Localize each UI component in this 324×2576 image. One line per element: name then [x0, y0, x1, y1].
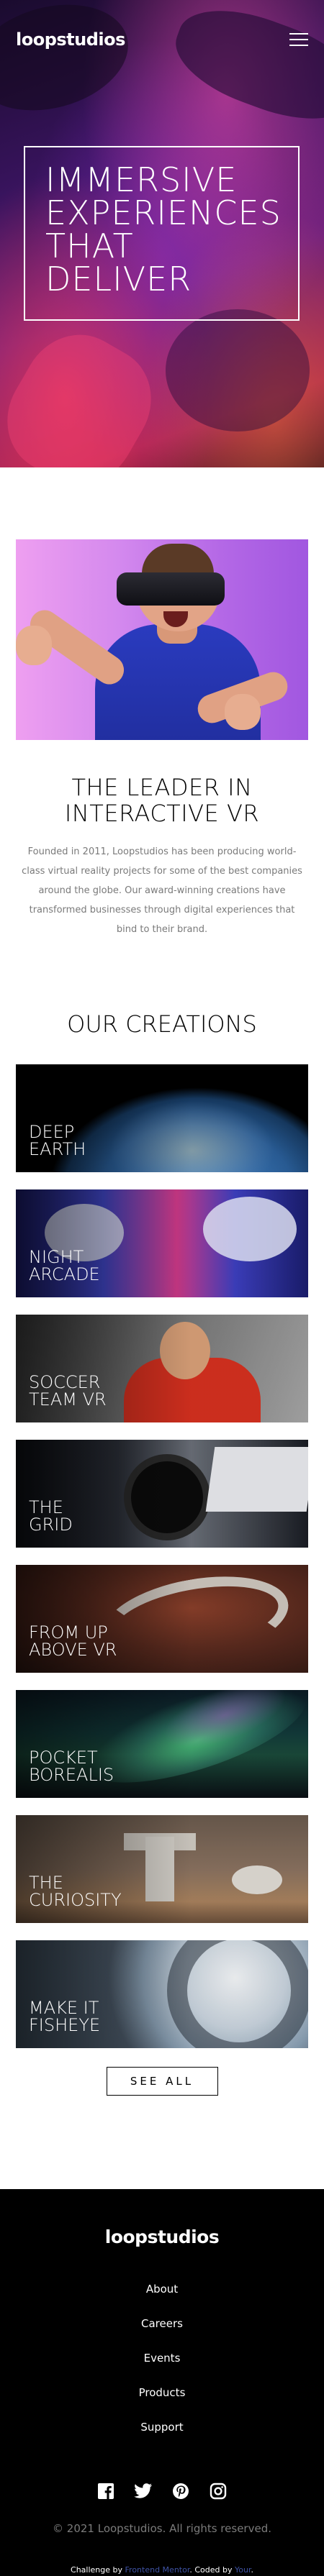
creation-card-night-arcade[interactable]: Night Arcade	[16, 1189, 308, 1297]
attribution-text: Challenge by Frontend Mentor. Coded by Y…	[0, 2565, 324, 2576]
facebook-icon[interactable]	[96, 2482, 115, 2500]
site-footer: loopstudios About Careers Events Product…	[0, 2189, 324, 2576]
intro-section: The leader in interactive VR Founded in …	[0, 467, 324, 939]
hamburger-menu-icon[interactable]	[289, 33, 308, 46]
attribution-prefix: Challenge by	[71, 2565, 123, 2575]
creation-label: Night Arcade	[29, 1247, 100, 1284]
top-navigation: loopstudios	[0, 0, 324, 79]
creation-label: Make it Fisheye	[29, 1998, 101, 2035]
footer-link-products[interactable]: Products	[0, 2375, 324, 2410]
creation-label: The Curiosity	[29, 1873, 122, 1910]
footer-link-about[interactable]: About	[0, 2272, 324, 2306]
frontend-mentor-link[interactable]: Frontend Mentor	[125, 2565, 190, 2575]
intro-image-part	[225, 694, 261, 730]
hero-background-shape	[166, 309, 310, 431]
pinterest-icon[interactable]	[171, 2482, 190, 2500]
twitter-icon[interactable]	[134, 2482, 153, 2500]
creation-label: Soccer Team VR	[29, 1372, 107, 1410]
hero-background-shape	[0, 315, 171, 467]
footer-link-events[interactable]: Events	[0, 2341, 324, 2375]
creation-label: The Grid	[29, 1497, 73, 1535]
attribution-middle: . Coded by	[189, 2565, 233, 2575]
creation-card-from-up-above-vr[interactable]: From up above VR	[16, 1565, 308, 1673]
creation-label: From up above VR	[29, 1622, 117, 1660]
intro-title: The leader in interactive VR	[64, 774, 260, 827]
creation-label: Pocket Borealis	[29, 1748, 114, 1785]
hamburger-line	[289, 45, 308, 46]
intro-image-part	[16, 626, 52, 665]
creations-title: Our creations	[67, 1010, 257, 1038]
creations-section: Our creations Deep Earth Night Arcade So…	[0, 939, 324, 2096]
footer-link-support[interactable]: Support	[0, 2410, 324, 2444]
creation-card-the-curiosity[interactable]: The Curiosity	[16, 1815, 308, 1923]
hero-section: loopstudios Immersive experiences that d…	[0, 0, 324, 467]
site-logo[interactable]: loopstudios	[16, 29, 125, 50]
coder-link[interactable]: Your	[235, 2565, 251, 2575]
creation-card-the-grid[interactable]: The Grid	[16, 1440, 308, 1548]
social-links	[0, 2482, 324, 2500]
creation-label: Deep Earth	[29, 1122, 86, 1159]
hero-title: Immersive experiences that deliver	[45, 160, 282, 298]
creation-card-soccer-team-vr[interactable]: Soccer Team VR	[16, 1315, 308, 1422]
copyright-text: © 2021 Loopstudios. All rights reserved.	[53, 2522, 271, 2535]
attribution-suffix: .	[251, 2565, 253, 2575]
intro-image-vr-man	[16, 539, 308, 740]
intro-text: Founded in 2011, Loopstudios has been pr…	[22, 846, 302, 935]
instagram-icon[interactable]	[209, 2482, 228, 2500]
footer-navigation: About Careers Events Products Support	[0, 2272, 324, 2444]
footer-logo[interactable]: loopstudios	[0, 2226, 324, 2247]
hero-title-box: Immersive experiences that deliver	[24, 146, 300, 321]
hamburger-line	[289, 39, 308, 40]
hamburger-line	[289, 33, 308, 35]
creation-card-deep-earth[interactable]: Deep Earth	[16, 1064, 308, 1172]
see-all-button[interactable]: See all	[106, 2067, 218, 2096]
creation-card-pocket-borealis[interactable]: Pocket Borealis	[16, 1690, 308, 1798]
vr-headset	[117, 572, 225, 606]
creation-card-make-it-fisheye[interactable]: Make it Fisheye	[16, 1940, 308, 2048]
footer-link-careers[interactable]: Careers	[0, 2306, 324, 2341]
